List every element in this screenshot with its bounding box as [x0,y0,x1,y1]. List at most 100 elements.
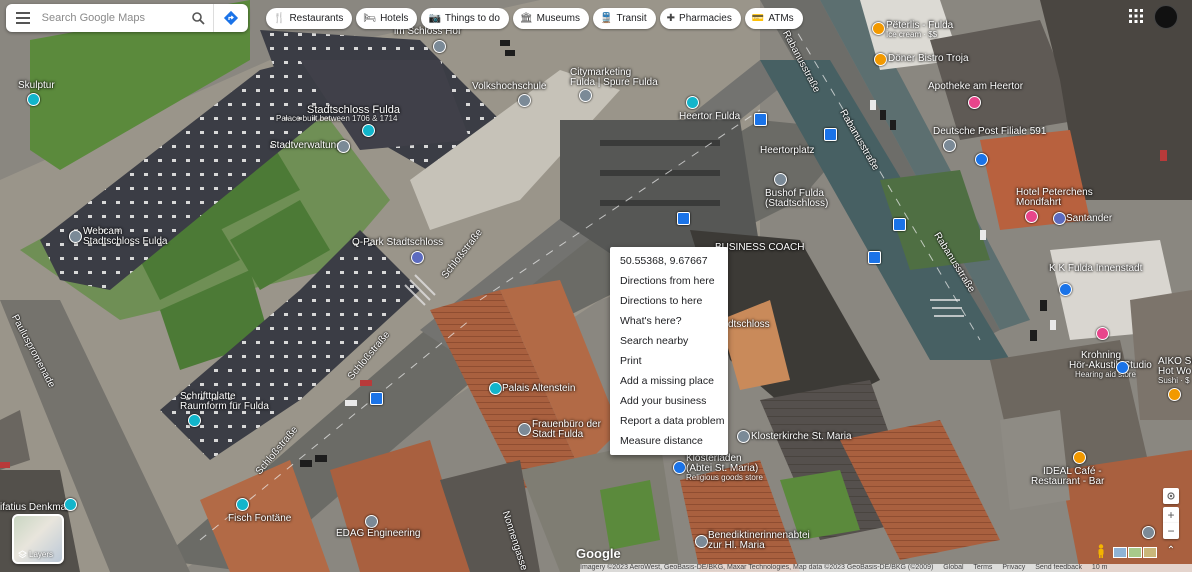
bus-stop-pin-icon[interactable] [893,218,906,231]
klosterladen-pin-icon[interactable] [673,461,686,474]
my-location-button[interactable] [1163,488,1179,504]
search-box[interactable] [6,4,248,32]
menu-button[interactable] [6,4,40,32]
expand-imagery-button[interactable]: ⌃ [1163,545,1179,559]
fisch-pin-icon[interactable] [236,498,249,511]
bus-stop-pin-icon[interactable] [677,212,690,225]
post-pin-icon[interactable] [943,139,956,152]
skulptur-pin-icon[interactable] [27,93,40,106]
place-label[interactable]: (Stadtschloss) [765,198,828,209]
privacy-link[interactable]: Privacy [1002,564,1025,571]
place-label[interactable]: Palais Altenstein [502,383,575,394]
apps-grid-icon[interactable] [1129,9,1143,23]
place-label[interactable]: Mondfahrt [1016,197,1061,208]
place-label[interactable]: zur Hl. Maria [708,540,765,551]
bushof-pin-icon[interactable] [774,173,787,186]
chip-atms[interactable]: 💳 ATMs [744,8,803,29]
palais-pin-icon[interactable] [489,382,502,395]
account-avatar[interactable] [1154,5,1178,29]
stadtschloss-pin-icon[interactable] [362,124,375,137]
directions-button[interactable] [213,4,248,32]
peperis-pin-icon[interactable] [872,22,885,35]
bistro-pin-icon[interactable] [874,53,887,66]
imagery-thumbnail[interactable] [1143,547,1157,558]
aiko-pin-icon[interactable] [1168,388,1181,401]
zoom-in-button[interactable]: + [1163,507,1179,523]
kk-pin-icon[interactable] [1059,283,1072,296]
klosterkirche-pin-icon[interactable] [737,430,750,443]
place-label[interactable]: Klosterkirche St. Maria [751,431,852,442]
place-label[interactable]: Heertor Fulda [679,111,740,122]
chip-transit[interactable]: 🚆 Transit [593,8,656,29]
whats-here-item[interactable]: What's here? [610,311,728,331]
place-label[interactable]: Deutsche Post Filiale 591 [933,126,1046,137]
place-label[interactable]: Stadt Fulda [532,429,583,440]
send-feedback-link[interactable]: Send feedback [1035,564,1082,571]
place-label[interactable]: Santander [1066,213,1112,224]
add-your-business-item[interactable]: Add your business [610,391,728,411]
imagery-thumbnail[interactable] [1128,547,1142,558]
frauenbuero-pin-icon[interactable] [518,423,531,436]
schloss-hof-pin-icon[interactable] [433,40,446,53]
place-label[interactable]: Fulda | Spure Fulda [570,77,658,88]
scale-label[interactable]: 10 m [1092,564,1108,571]
stadtverwaltung-pin-icon[interactable] [337,140,350,153]
report-data-problem-item[interactable]: Report a data problem [610,411,728,431]
santander-pin-icon[interactable] [1053,212,1066,225]
place-label[interactable]: Stadtschloss Fulda [83,236,168,247]
street-view-pegman-icon[interactable] [1096,544,1106,558]
search-nearby-item[interactable]: Search nearby [610,331,728,351]
schrifttplatte-pin-icon[interactable] [188,414,201,427]
bus-stop-pin-icon[interactable] [868,251,881,264]
chip-hotels[interactable]: 🛏 Hotels [356,8,418,29]
place-label[interactable]: Fisch Fontäne [228,513,291,524]
print-item[interactable]: Print [610,351,728,371]
place-label[interactable]: ifatius Denkmal [0,502,68,513]
hotel-pin-icon[interactable] [1025,210,1038,223]
citymarketing-pin-icon[interactable] [579,89,592,102]
place-label[interactable]: Döner Bistro Troja [888,53,969,64]
layers-button[interactable]: Layers [12,514,64,564]
search-button[interactable] [184,4,214,32]
place-label[interactable]: Restaurant - Bar [1031,476,1104,487]
krohning-pin-icon[interactable] [1116,361,1129,374]
place-label[interactable]: BUSINESS COACH [715,242,804,253]
bus-stop-pin-icon[interactable] [754,113,767,126]
vhs-pin-icon[interactable] [518,94,531,107]
museum-pin-icon[interactable] [1142,526,1155,539]
parking-pin-icon[interactable] [411,251,424,264]
place-label[interactable]: Q-Park Stadtschloss [352,237,443,248]
place-label[interactable]: EDAG Engineering [336,528,421,539]
imagery-thumbnails[interactable] [1113,547,1157,558]
place-label[interactable]: Skulptur [18,80,55,91]
place-label[interactable]: Stadtverwaltung [270,140,342,151]
shop-pin-icon[interactable] [1096,327,1109,340]
heertor-pin-icon[interactable] [686,96,699,109]
place-label[interactable]: Raumform für Fulda [180,401,269,412]
place-label[interactable]: Apotheke am Heertor [928,81,1023,92]
directions-to-here-item[interactable]: Directions to here [610,291,728,311]
chip-things-to-do[interactable]: 📷 Things to do [421,8,509,29]
benediktinerinnen-pin-icon[interactable] [695,535,708,548]
apotheke-pin-icon[interactable] [968,96,981,109]
global-link[interactable]: Global [943,564,963,571]
coordinates-item[interactable]: 50.55368, 9.67667 [610,251,728,271]
imagery-thumbnail[interactable] [1113,547,1127,558]
edag-pin-icon[interactable] [365,515,378,528]
measure-distance-item[interactable]: Measure distance [610,431,728,451]
bus-stop-pin-icon[interactable] [370,392,383,405]
chip-restaurants[interactable]: 🍴 Restaurants [266,8,353,29]
add-missing-place-item[interactable]: Add a missing place [610,371,728,391]
chip-pharmacies[interactable]: ✚ Pharmacies [659,8,741,29]
post-box-pin-icon[interactable] [975,153,988,166]
terms-link[interactable]: Terms [973,564,992,571]
zoom-out-button[interactable]: − [1163,523,1179,539]
place-label[interactable]: Volkshochschule [472,81,547,92]
ideal-pin-icon[interactable] [1073,451,1086,464]
webcam-pin-icon[interactable] [69,230,82,243]
place-label[interactable]: K K Fulda Innenstadt [1049,263,1142,274]
bus-stop-pin-icon[interactable] [824,128,837,141]
search-input[interactable] [39,11,184,25]
directions-from-here-item[interactable]: Directions from here [610,271,728,291]
denkmal-pin-icon[interactable] [64,498,77,511]
